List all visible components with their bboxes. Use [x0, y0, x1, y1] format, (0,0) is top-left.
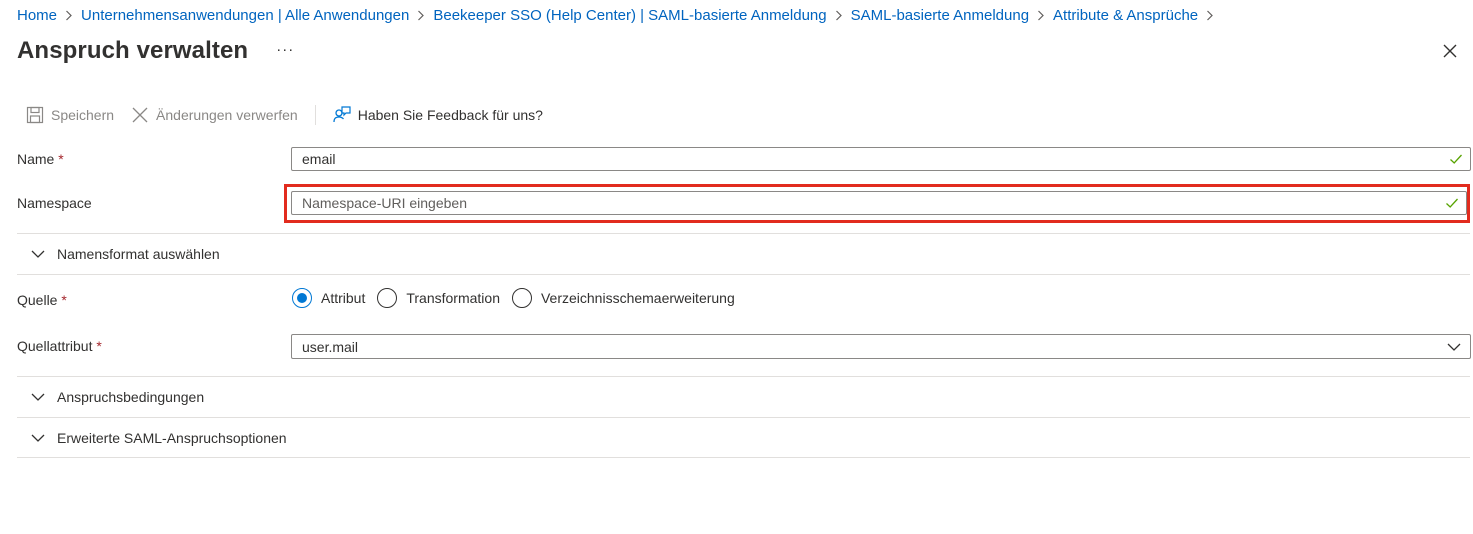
more-options-button[interactable]: ··· — [276, 41, 294, 58]
source-attribute-label: Quellattribut * — [17, 338, 102, 354]
feedback-button[interactable]: Haben Sie Feedback für uns? — [332, 105, 543, 125]
source-radio-group: Attribut Transformation Verzeichnisschem… — [292, 287, 747, 309]
divider — [17, 376, 1470, 377]
chevron-down-icon — [1446, 339, 1462, 355]
source-attribute-value: user.mail — [302, 338, 359, 355]
radio-unselected-icon — [377, 288, 398, 308]
breadcrumb-app-saml[interactable]: Beekeeper SSO (Help Center) | SAML-basie… — [433, 7, 826, 24]
discard-changes-button[interactable]: Änderungen verwerfen — [130, 105, 298, 125]
name-value: email — [302, 151, 336, 167]
chevron-right-icon — [1029, 5, 1053, 25]
advanced-saml-options-section[interactable]: Erweiterte SAML-Anspruchsoptionen — [17, 418, 287, 458]
claim-conditions-section[interactable]: Anspruchsbedingungen — [17, 377, 204, 417]
required-mark: * — [58, 151, 64, 167]
required-mark: * — [61, 292, 67, 308]
radio-directory-schema-extension[interactable]: Verzeichnisschemaerweiterung — [511, 288, 735, 308]
divider — [17, 274, 1470, 275]
feedback-label: Haben Sie Feedback für uns? — [357, 107, 543, 123]
chevron-right-icon — [827, 5, 851, 25]
advanced-saml-options-label: Erweiterte SAML-Anspruchsoptionen — [57, 430, 287, 446]
radio-attribut[interactable]: Attribut — [292, 288, 365, 308]
source-attribute-dropdown[interactable]: user.mail — [291, 334, 1471, 359]
chevron-down-icon — [30, 389, 46, 405]
chevron-right-icon — [409, 5, 433, 25]
radio-selected-icon — [292, 288, 312, 308]
close-icon — [130, 105, 150, 125]
close-button[interactable] — [1439, 40, 1461, 62]
breadcrumb-saml-signin[interactable]: SAML-basierte Anmeldung — [851, 7, 1029, 24]
divider — [17, 233, 1470, 234]
feedback-icon — [332, 105, 352, 125]
toolbar-divider — [314, 105, 316, 125]
name-format-label: Namensformat auswählen — [57, 246, 220, 262]
source-label: Quelle * — [17, 292, 67, 308]
breadcrumb-home[interactable]: Home — [17, 7, 57, 24]
breadcrumb-attributes-claims[interactable]: Attribute & Ansprüche — [1053, 7, 1198, 24]
checkmark-icon — [1450, 154, 1462, 164]
discard-label: Änderungen verwerfen — [156, 107, 298, 123]
chevron-right-icon — [1198, 5, 1222, 25]
name-field[interactable]: email — [291, 147, 1471, 171]
title-row: Anspruch verwalten ··· — [17, 34, 294, 68]
name-label: Name * — [17, 151, 64, 167]
save-label: Speichern — [51, 107, 115, 123]
required-mark: * — [96, 338, 102, 354]
highlight-box — [284, 184, 1470, 223]
chevron-down-icon — [30, 430, 46, 446]
breadcrumb-enterprise-apps[interactable]: Unternehmensanwendungen | Alle Anwendung… — [81, 7, 409, 24]
claim-conditions-label: Anspruchsbedingungen — [57, 389, 205, 405]
namespace-label: Namespace — [17, 195, 92, 211]
divider — [17, 457, 1470, 458]
save-button[interactable]: Speichern — [25, 105, 114, 125]
save-icon — [25, 105, 45, 125]
radio-transformation[interactable]: Transformation — [377, 288, 500, 308]
breadcrumb: Home Unternehmensanwendungen | Alle Anwe… — [17, 5, 1222, 25]
radio-unselected-icon — [511, 288, 532, 308]
page-title: Anspruch verwalten — [17, 37, 249, 64]
name-format-section[interactable]: Namensformat auswählen — [17, 234, 220, 274]
chevron-right-icon — [57, 5, 81, 25]
command-bar: Speichern Änderungen verwerfen Haben Sie… — [17, 102, 543, 128]
chevron-down-icon — [30, 246, 46, 262]
close-icon — [1443, 44, 1457, 58]
